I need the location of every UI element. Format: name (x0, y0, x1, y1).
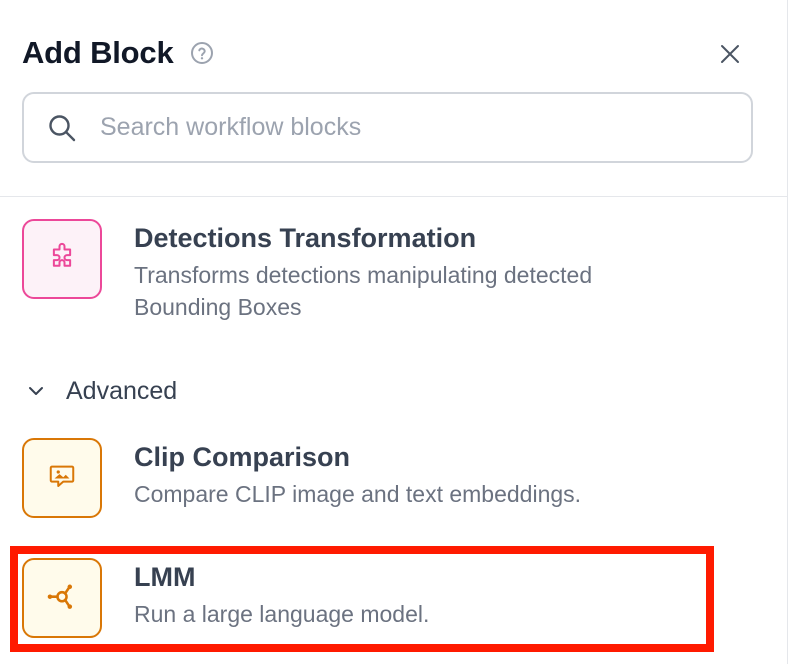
block-icon-container (22, 558, 102, 638)
block-detections-transformation[interactable]: Detections Transformation Transforms det… (22, 219, 742, 323)
panel-header: Add Block (22, 28, 214, 78)
header-divider (0, 196, 788, 197)
block-text: Detections Transformation Transforms det… (134, 219, 694, 323)
search-input[interactable] (98, 112, 702, 143)
help-icon[interactable] (190, 41, 214, 65)
block-description: Compare CLIP image and text embeddings. (134, 481, 582, 507)
section-advanced-toggle[interactable]: Advanced (24, 372, 177, 410)
block-icon-container (22, 219, 102, 299)
puzzle-icon (47, 242, 77, 277)
chevron-down-icon (24, 379, 48, 403)
block-description: Transforms detections manipulating detec… (134, 262, 593, 320)
block-title: Detections Transformation (134, 223, 477, 253)
block-title: Clip Comparison (134, 442, 351, 472)
block-lmm[interactable]: LMM Run a large language model. (22, 558, 742, 638)
add-block-panel: Add Block Search workflow blocks Detecti… (0, 0, 788, 664)
block-text: Clip Comparison Compare CLIP image and t… (134, 438, 694, 518)
close-icon[interactable] (714, 38, 746, 70)
block-icon-container (22, 438, 102, 518)
block-clip-comparison[interactable]: Clip Comparison Compare CLIP image and t… (22, 438, 742, 518)
page-title: Add Block (22, 35, 174, 70)
section-label: Advanced (66, 376, 178, 405)
block-text: LMM Run a large language model. (134, 558, 694, 638)
search-icon (46, 112, 78, 144)
network-icon (45, 579, 79, 618)
search-box[interactable] (22, 92, 753, 163)
block-description: Run a large language model. (134, 601, 430, 627)
image-comment-icon (47, 461, 77, 496)
block-title: LMM (134, 562, 196, 592)
